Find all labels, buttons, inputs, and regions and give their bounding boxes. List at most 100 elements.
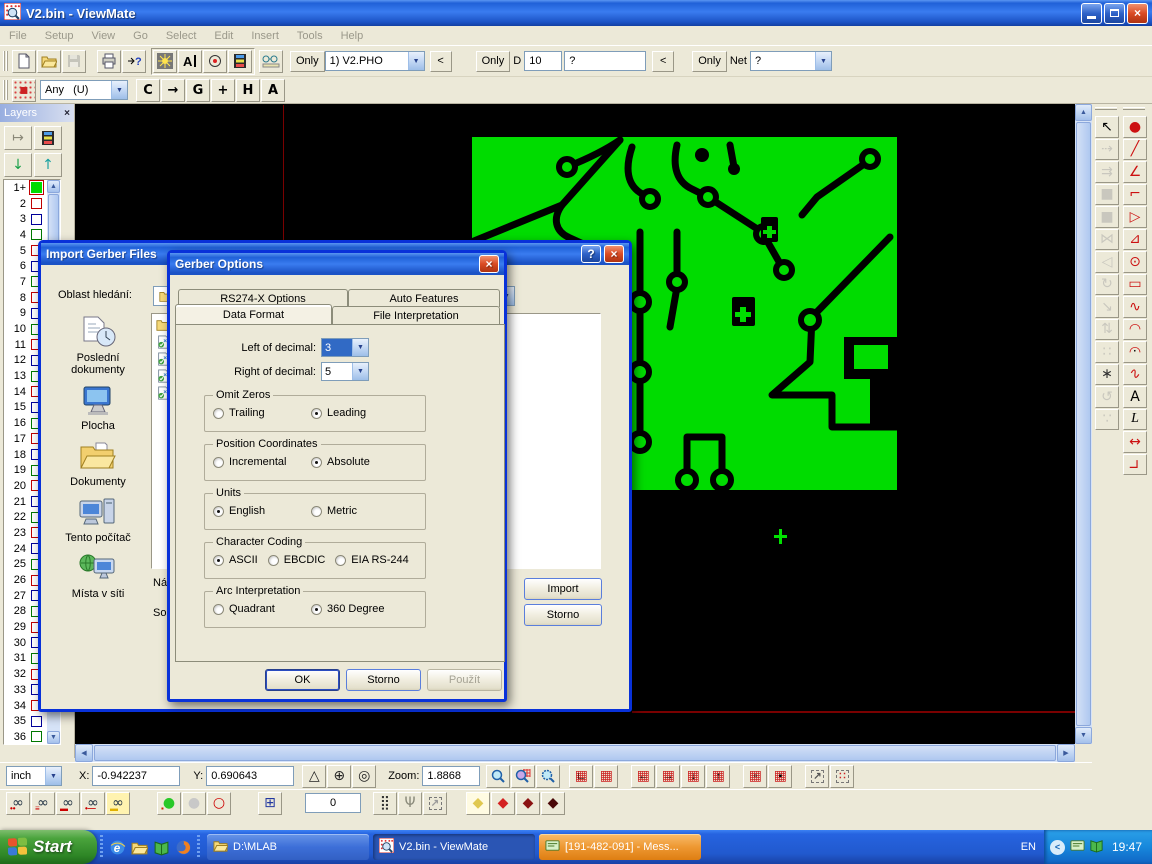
new-icon[interactable] <box>12 50 36 73</box>
layer-up-icon[interactable]: ↑ <box>34 153 62 177</box>
radio-icon[interactable] <box>213 604 224 615</box>
text-select-icon[interactable]: A <box>178 50 202 73</box>
layer-down-icon[interactable]: ↓ <box>4 153 32 177</box>
radio-icon[interactable] <box>311 506 322 517</box>
draw-angle-arc-icon[interactable]: ▷ <box>1123 206 1147 228</box>
measure-icon[interactable] <box>259 50 283 73</box>
measure-angle-icon[interactable]: △ <box>302 765 326 788</box>
restore-button[interactable] <box>1104 3 1125 24</box>
menu-setup[interactable]: Setup <box>36 28 83 44</box>
next-dcode-icon[interactable]: ▦▪ <box>768 765 792 788</box>
solid-a-icon[interactable]: ■ <box>1095 184 1119 206</box>
zoom-grid-icon[interactable] <box>511 765 535 788</box>
radio-absolute[interactable]: Absolute <box>311 456 370 468</box>
radio-ascii[interactable]: ASCII <box>213 554 258 566</box>
view-dots-icon[interactable]: ∞•• <box>6 792 30 815</box>
close-icon[interactable]: × <box>604 245 624 263</box>
scroll-left-icon[interactable]: ◀ <box>75 744 93 762</box>
radio-eia-rs-244[interactable]: EIA RS-244 <box>335 554 408 566</box>
snap-grid-icon[interactable]: ⣿ <box>373 792 397 815</box>
grid-toggle-icon[interactable]: ▦ <box>594 765 618 788</box>
import-button[interactable]: Import <box>524 578 602 600</box>
dialog-title-bar[interactable]: Gerber Options × <box>170 253 504 275</box>
chevron-down-icon[interactable]: ▼ <box>815 52 831 70</box>
scale-icon[interactable]: ↘ <box>1095 296 1119 318</box>
menu-edit[interactable]: Edit <box>205 28 242 44</box>
radio-quadrant[interactable]: Quadrant <box>213 603 301 615</box>
highlight-on-icon[interactable]: ●▪ <box>157 792 181 815</box>
select-c-icon[interactable]: C <box>136 79 160 102</box>
radio-incremental[interactable]: Incremental <box>213 456 301 468</box>
menu-tools[interactable]: Tools <box>288 28 332 44</box>
close-icon[interactable]: × <box>64 108 70 119</box>
radio-icon[interactable] <box>335 555 346 566</box>
draw-bracket-icon[interactable]: ∟ <box>1123 454 1147 476</box>
skew-icon[interactable]: ◁ <box>1095 251 1119 273</box>
radio-icon[interactable] <box>268 555 279 566</box>
select-arrow-icon[interactable]: → <box>161 79 185 102</box>
pan-down-icon[interactable]: ▦↓ <box>681 765 705 788</box>
help-icon[interactable]: ? <box>581 245 601 263</box>
radio-icon[interactable] <box>311 408 322 419</box>
view-lines-icon[interactable]: ∞≡ <box>31 792 55 815</box>
right-of-decimal-combo[interactable]: 5 ▼ <box>321 362 369 381</box>
draw-rect-icon[interactable]: ▭ <box>1123 274 1147 296</box>
prev-dcode-icon[interactable]: ▦▫ <box>743 765 767 788</box>
task-messenger[interactable]: [191-482-091] - Mess... <box>539 834 701 860</box>
probe-icon[interactable]: ○ <box>207 792 231 815</box>
menu-go[interactable]: Go <box>124 28 157 44</box>
place-desktop[interactable]: Plocha <box>49 383 147 432</box>
toolbar-grip[interactable] <box>3 80 8 100</box>
aperture-filter-combo[interactable]: Any (U) ▼ <box>40 80 128 100</box>
layer-color-swatch[interactable] <box>31 198 42 209</box>
radio-360-degree[interactable]: 360 Degree <box>311 603 385 615</box>
stretch-icon[interactable]: ↗ <box>423 792 447 815</box>
transfer-one-icon[interactable]: ⇢ <box>1095 139 1119 161</box>
radio-metric[interactable]: Metric <box>311 505 357 517</box>
minimize-button[interactable] <box>1081 3 1102 24</box>
only-dcode-button[interactable]: Only <box>476 51 511 72</box>
radio-icon[interactable] <box>213 457 224 468</box>
radio-icon[interactable] <box>213 408 224 419</box>
solid-b-icon[interactable]: ■ <box>1095 206 1119 228</box>
quicklaunch-firefox[interactable] <box>172 835 194 859</box>
split-window-icon[interactable]: ⊞ <box>258 792 282 815</box>
rotate-icon[interactable]: ↻ <box>1095 274 1119 296</box>
radio-icon[interactable] <box>213 555 224 566</box>
net-select-combo[interactable]: ? ▼ <box>750 51 832 71</box>
open-icon[interactable] <box>37 50 61 73</box>
menu-select[interactable]: Select <box>157 28 206 44</box>
settings-gear-icon[interactable]: ∗ <box>1095 364 1119 386</box>
start-button[interactable]: Start <box>0 830 97 864</box>
draw-triangle-icon[interactable]: ⊿ <box>1123 229 1147 251</box>
scroll-up-icon[interactable]: ▲ <box>1075 104 1092 121</box>
draw-pad-icon[interactable]: ● <box>1123 116 1147 138</box>
select-g-icon[interactable]: G <box>186 79 210 102</box>
undo-icon[interactable]: ↺ <box>1095 386 1119 408</box>
chevron-down-icon[interactable]: ▼ <box>111 81 127 99</box>
dcode-filter-input[interactable]: ? <box>564 51 646 71</box>
target-icon[interactable] <box>203 50 227 73</box>
toolbar-grip[interactable] <box>1123 107 1145 110</box>
layer-color-swatch[interactable] <box>31 716 42 727</box>
locate-icon[interactable]: ◎ <box>352 765 376 788</box>
clock[interactable]: 19:47 <box>1112 840 1142 854</box>
region-mode-icon[interactable]: ◆ <box>541 792 565 815</box>
zoom-window-icon[interactable] <box>536 765 560 788</box>
radio-english[interactable]: English <box>213 505 301 517</box>
left-of-decimal-combo[interactable]: 3 ▼ <box>321 338 369 357</box>
view-filled-icon[interactable]: ∞▬ <box>56 792 80 815</box>
only-layer-button[interactable]: Only <box>290 51 325 72</box>
flash-mode-icon[interactable]: ◆ <box>466 792 490 815</box>
anchor-icon[interactable]: Ψ <box>398 792 422 815</box>
array-icon[interactable]: ∷ <box>1095 341 1119 363</box>
place-documents[interactable]: Dokumenty <box>49 439 147 488</box>
radio-icon[interactable] <box>213 506 224 517</box>
toolbar-grip[interactable] <box>1095 107 1117 110</box>
cancel-button[interactable]: Storno <box>346 669 421 691</box>
tab-data-format[interactable]: Data Format <box>175 304 332 324</box>
layer-color-swatch[interactable] <box>31 731 42 742</box>
select-plus-icon[interactable]: + <box>211 79 235 102</box>
cancel-button[interactable]: Storno <box>524 604 602 626</box>
layer-select-combo[interactable]: 1) V2.PHO ▼ <box>325 51 425 71</box>
